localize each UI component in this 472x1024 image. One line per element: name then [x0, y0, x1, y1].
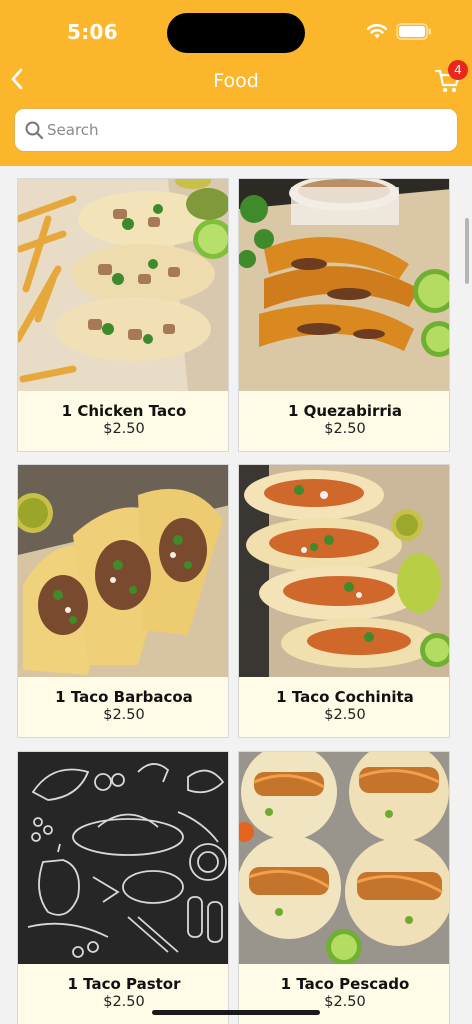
food-image — [239, 465, 449, 677]
search-bar[interactable] — [14, 108, 458, 152]
cart-count-badge: 4 — [448, 60, 468, 80]
page-title: Food — [213, 70, 259, 92]
food-name: 1 Chicken Taco — [61, 402, 187, 420]
food-price: $2.50 — [324, 994, 366, 1010]
cart-button[interactable]: 4 — [434, 60, 468, 96]
food-price: $2.50 — [103, 421, 145, 437]
home-indicator[interactable] — [152, 1010, 320, 1015]
wifi-icon — [366, 23, 388, 39]
food-image — [239, 752, 449, 964]
food-name: 1 Quezabirria — [287, 402, 403, 420]
food-name: 1 Taco Cochinita — [276, 688, 414, 706]
food-price: $2.50 — [103, 994, 145, 1010]
food-card-taco-pastor[interactable]: 1 Taco Pastor $2.50 — [17, 751, 229, 1024]
battery-icon — [396, 23, 431, 40]
food-price: $2.50 — [324, 421, 366, 437]
search-input[interactable] — [47, 115, 447, 145]
status-time: 5:06 — [67, 20, 118, 44]
food-name: 1 Taco Barbacoa — [55, 688, 193, 706]
food-card-quezabirria[interactable]: 1 Quezabirria $2.50 — [238, 178, 450, 452]
food-image — [18, 465, 228, 677]
scroll-indicator[interactable] — [465, 218, 469, 284]
food-image — [18, 752, 228, 964]
food-grid: 1 Chicken Taco $2.50 1 Quezabirria $2.50… — [0, 166, 472, 1024]
dynamic-island — [167, 13, 305, 53]
status-bar: 5:06 — [0, 0, 472, 62]
food-price: $2.50 — [103, 707, 145, 723]
nav-bar: Food 4 — [0, 60, 472, 102]
food-image — [18, 179, 228, 391]
food-name: 1 Taco Pastor — [67, 975, 181, 993]
app-header: 5:06 Food 4 — [0, 0, 472, 166]
food-card-taco-cochinita[interactable]: 1 Taco Cochinita $2.50 — [238, 464, 450, 738]
food-card-taco-barbacoa[interactable]: 1 Taco Barbacoa $2.50 — [17, 464, 229, 738]
search-icon — [25, 121, 44, 140]
food-card-chicken-taco[interactable]: 1 Chicken Taco $2.50 — [17, 178, 229, 452]
food-name: 1 Taco Pescado — [280, 975, 410, 993]
food-price: $2.50 — [324, 707, 366, 723]
food-image — [239, 179, 449, 391]
food-card-taco-pescado[interactable]: 1 Taco Pescado $2.50 — [238, 751, 450, 1024]
